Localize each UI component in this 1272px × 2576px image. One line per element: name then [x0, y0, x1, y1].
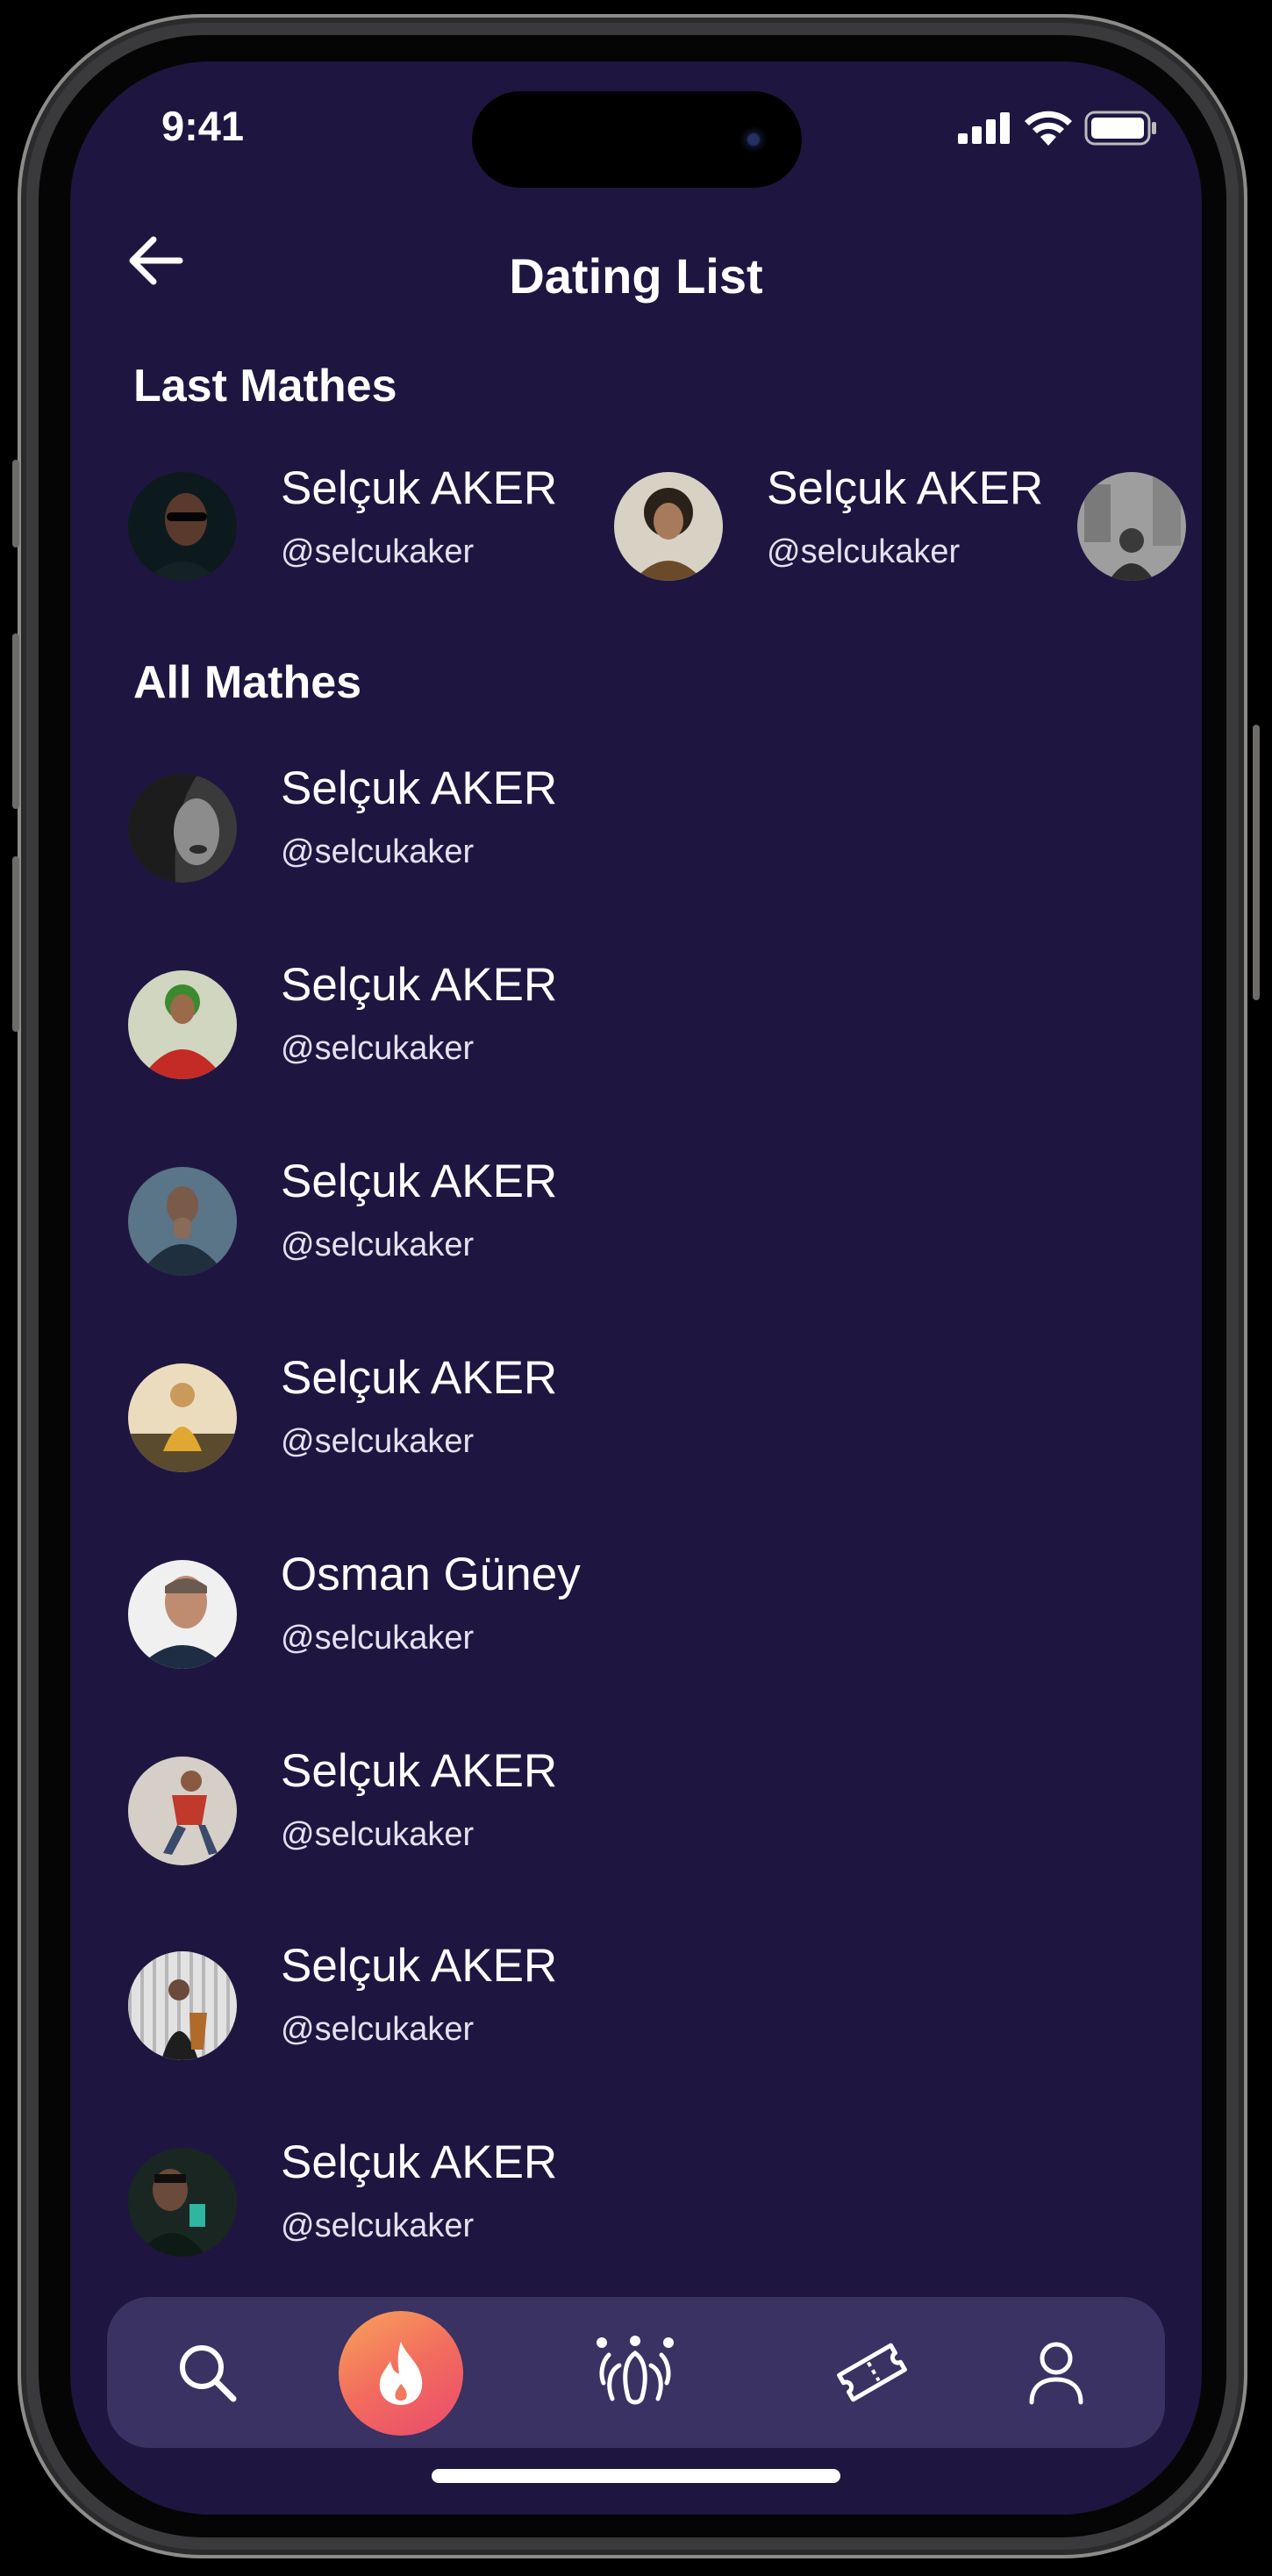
user-handle: @selcukaker	[281, 1030, 475, 1067]
avatar	[128, 1951, 237, 2060]
power-button	[1253, 725, 1260, 1000]
user-name: Selçuk AKER	[281, 1352, 558, 1404]
user-name: Selçuk AKER	[281, 1745, 558, 1797]
avatar	[128, 472, 237, 581]
action-button	[12, 460, 19, 547]
volume-down-button	[12, 856, 19, 1032]
last-matches-title: Last Mathes	[133, 361, 397, 411]
avatar	[128, 1363, 237, 1472]
search-icon	[180, 2345, 237, 2402]
status-time: 9:41	[161, 103, 245, 149]
avatar	[1077, 472, 1186, 581]
user-handle: @selcukaker	[281, 1423, 475, 1460]
user-handle: @selcukaker	[281, 1816, 475, 1853]
user-handle: @selcukaker	[281, 834, 475, 870]
avatar	[128, 970, 237, 1079]
user-handle: @selcukaker	[281, 1227, 475, 1263]
battery-icon	[1084, 111, 1156, 146]
nav-search[interactable]	[153, 2297, 261, 2448]
user-name: Selçuk AKER	[281, 1156, 558, 1207]
user-handle: @selcukaker	[281, 2011, 475, 2048]
cellular-signal-icon	[958, 112, 1010, 144]
user-handle: @selcukaker	[281, 2207, 475, 2244]
user-name: Selçuk AKER	[281, 462, 558, 514]
avatar	[128, 1560, 237, 1669]
matches-icon	[597, 2336, 674, 2405]
volume-up-button	[12, 633, 19, 809]
avatar	[128, 774, 237, 883]
wifi-icon	[1025, 111, 1072, 146]
screen: 9:41 Dating List Last Mathes Selçuk AKER…	[70, 61, 1202, 2515]
front-camera	[740, 126, 767, 153]
user-name: Osman Güney	[281, 1549, 581, 1600]
page-title: Dating List	[509, 248, 763, 304]
nav-matches[interactable]	[581, 2297, 690, 2448]
avatar	[128, 1757, 237, 1865]
nav-profile[interactable]	[1002, 2297, 1111, 2448]
home-indicator	[432, 2469, 840, 2483]
dynamic-island	[472, 91, 802, 188]
user-handle: @selcukaker	[281, 533, 475, 570]
user-name: Selçuk AKER	[767, 462, 1044, 514]
bottom-nav	[107, 2297, 1165, 2448]
user-handle: @selcukaker	[281, 1620, 475, 1657]
ticket-icon	[837, 2343, 907, 2402]
user-name: Selçuk AKER	[281, 2136, 558, 2188]
flame-icon	[379, 2342, 423, 2405]
user-name: Selçuk AKER	[281, 959, 558, 1011]
user-handle: @selcukaker	[767, 533, 961, 570]
user-name: Selçuk AKER	[281, 762, 558, 814]
user-name: Selçuk AKER	[281, 1940, 558, 1992]
nav-tickets[interactable]	[818, 2297, 926, 2448]
status-icons	[958, 111, 1158, 146]
nav-discover[interactable]	[339, 2311, 463, 2436]
profile-icon	[1029, 2342, 1083, 2405]
avatar	[128, 2148, 237, 2257]
avatar	[128, 1167, 237, 1276]
all-matches-title: All Mathes	[133, 657, 362, 708]
avatar	[614, 472, 723, 581]
